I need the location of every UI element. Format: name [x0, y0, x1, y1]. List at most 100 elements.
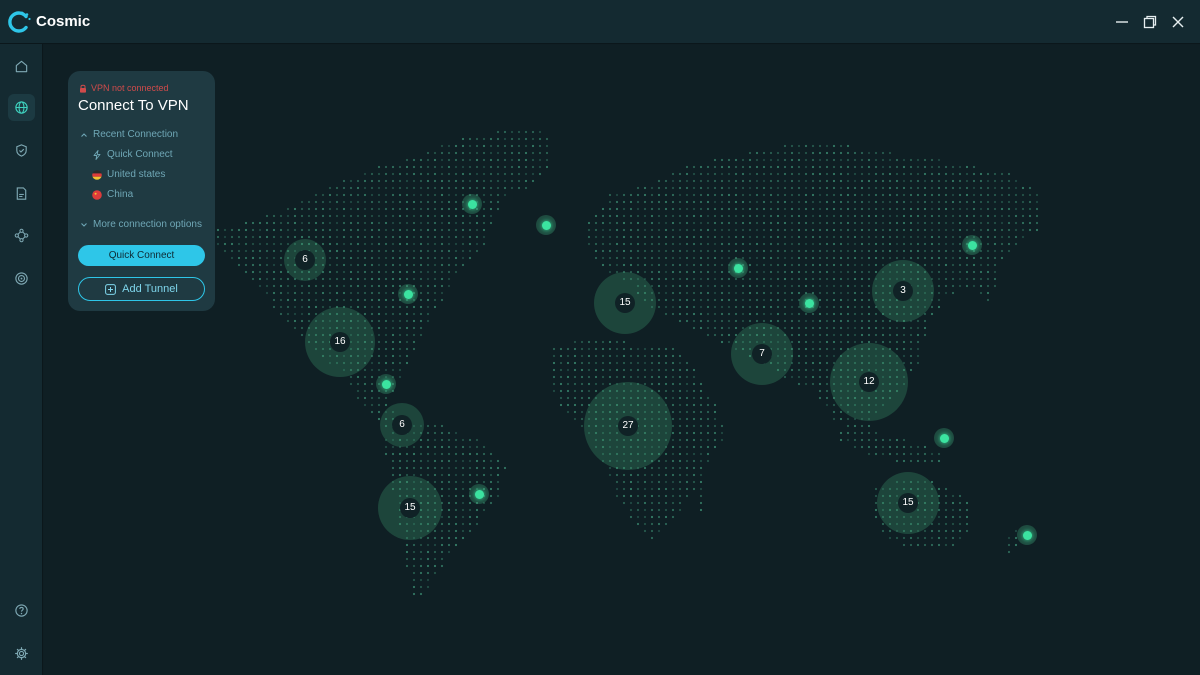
map-dot	[454, 165, 458, 169]
cluster-count: 15	[898, 493, 918, 513]
server-cluster[interactable]: 7	[731, 323, 793, 385]
server-dot[interactable]	[934, 428, 954, 448]
map-dot	[986, 186, 990, 190]
map-dot	[888, 256, 892, 260]
map-dot	[825, 382, 829, 386]
server-cluster[interactable]: 3	[872, 260, 934, 322]
map-dot	[713, 207, 717, 211]
map-dot	[1000, 235, 1004, 239]
map-dot	[951, 179, 955, 183]
recent-united-states[interactable]: United states	[92, 169, 165, 180]
server-cluster[interactable]: 27	[584, 382, 672, 470]
map-dot	[594, 382, 598, 386]
map-dot	[797, 284, 801, 288]
map-dot	[790, 207, 794, 211]
nav-settings[interactable]	[8, 640, 35, 667]
server-dot[interactable]	[376, 374, 396, 394]
server-dot[interactable]	[398, 284, 418, 304]
recent-china[interactable]: China	[92, 189, 133, 200]
map-dot	[426, 578, 430, 582]
map-dot	[496, 172, 500, 176]
map-dot	[636, 368, 640, 372]
server-cluster[interactable]: 16	[305, 307, 375, 377]
recent-quick-connect[interactable]: Quick Connect	[92, 149, 173, 160]
nav-home[interactable]	[8, 53, 35, 80]
server-dot[interactable]	[962, 235, 982, 255]
map-dot	[664, 396, 668, 400]
nav-security[interactable]	[8, 137, 35, 164]
map-dot	[419, 214, 423, 218]
map-dot	[384, 263, 388, 267]
map-dot	[965, 172, 969, 176]
server-dot[interactable]	[1017, 525, 1037, 545]
map-dot	[461, 228, 465, 232]
server-dot[interactable]	[462, 194, 482, 214]
map-dot	[517, 151, 521, 155]
map-dot	[657, 200, 661, 204]
map-dot	[349, 200, 353, 204]
map-dot	[748, 158, 752, 162]
map-dot	[391, 473, 395, 477]
map-dot	[706, 186, 710, 190]
close-button[interactable]	[1170, 14, 1186, 30]
server-dot[interactable]	[536, 215, 556, 235]
map-dot	[475, 144, 479, 148]
more-options-toggle[interactable]: More connection options	[80, 219, 202, 230]
server-cluster[interactable]: 6	[284, 239, 326, 281]
map-dot	[454, 158, 458, 162]
map-dot	[405, 165, 409, 169]
map-dot	[328, 242, 332, 246]
map-dot	[748, 193, 752, 197]
map-dot	[258, 277, 262, 281]
map-dot	[811, 326, 815, 330]
map-dot	[825, 207, 829, 211]
map-dot	[370, 263, 374, 267]
map-dot	[993, 193, 997, 197]
map-dot	[531, 144, 535, 148]
server-cluster[interactable]: 15	[378, 476, 442, 540]
map-dot	[391, 179, 395, 183]
map-dot	[832, 277, 836, 281]
nav-network[interactable]	[8, 222, 35, 249]
map-dot	[685, 186, 689, 190]
server-cluster[interactable]: 12	[830, 343, 908, 421]
minimize-button[interactable]	[1114, 14, 1130, 30]
map-dot	[321, 200, 325, 204]
map-dot	[867, 263, 871, 267]
world-map-area[interactable]: 6 16 6 15 15 27 7 3 12 15	[44, 45, 1200, 675]
map-dot	[622, 242, 626, 246]
map-dot	[370, 410, 374, 414]
map-dot	[867, 284, 871, 288]
map-dot	[797, 235, 801, 239]
map-dot	[398, 172, 402, 176]
add-tunnel-label: Add Tunnel	[122, 283, 178, 295]
map-dot	[426, 158, 430, 162]
map-dot	[433, 291, 437, 295]
add-tunnel-button[interactable]: Add Tunnel	[78, 277, 205, 301]
map-dot	[489, 452, 493, 456]
server-dot[interactable]	[799, 293, 819, 313]
map-dot	[293, 214, 297, 218]
map-dot	[538, 144, 542, 148]
server-dot[interactable]	[469, 484, 489, 504]
nav-target[interactable]	[8, 265, 35, 292]
server-cluster[interactable]: 6	[380, 403, 424, 447]
map-dot	[293, 235, 297, 239]
maximize-button[interactable]	[1142, 14, 1158, 30]
map-dot	[391, 333, 395, 337]
recent-connection-toggle[interactable]: Recent Connection	[80, 129, 178, 140]
map-dot	[804, 158, 808, 162]
map-dot	[650, 494, 654, 498]
quick-connect-button[interactable]: Quick Connect	[78, 245, 205, 266]
nav-servers[interactable]	[8, 94, 35, 121]
map-dot	[853, 270, 857, 274]
map-dot	[685, 298, 689, 302]
server-cluster[interactable]: 15	[594, 272, 656, 334]
map-dot	[678, 424, 682, 428]
map-dot	[881, 221, 885, 225]
nav-documents[interactable]	[8, 180, 35, 207]
server-dot[interactable]	[728, 258, 748, 278]
server-cluster[interactable]: 15	[877, 472, 939, 534]
map-dot	[272, 284, 276, 288]
nav-help[interactable]	[8, 597, 35, 624]
